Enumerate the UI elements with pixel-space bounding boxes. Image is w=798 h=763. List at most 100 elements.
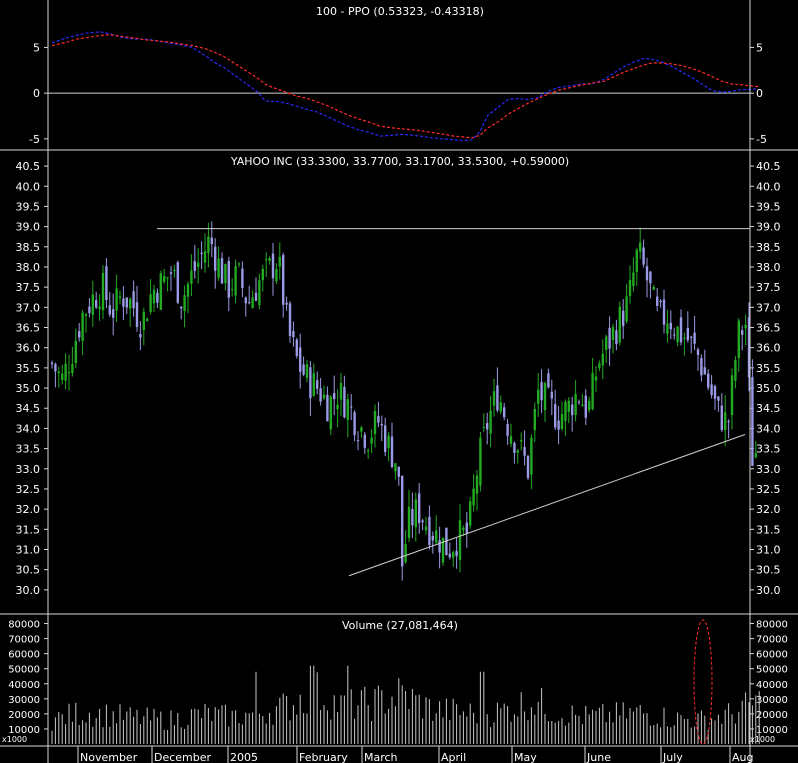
candle-body — [169, 272, 173, 274]
candle-body — [482, 427, 485, 429]
candle-body — [139, 333, 142, 338]
candle-body — [363, 434, 366, 448]
candle-body — [744, 324, 747, 329]
y-tick-label: 70000 — [756, 635, 788, 646]
candle-body — [241, 268, 244, 289]
candle-body — [288, 303, 292, 336]
candle-body — [751, 377, 754, 466]
candle-body — [404, 544, 407, 563]
candle-body — [118, 296, 122, 299]
y-tick-label: 50000 — [8, 665, 40, 676]
candle-body — [540, 382, 543, 401]
candle-body — [710, 384, 713, 396]
candle-body — [690, 336, 693, 338]
candle-body — [683, 337, 686, 339]
candle-body — [227, 260, 230, 298]
y-tick-label: 30.0 — [16, 584, 41, 597]
y-tick-label: 30000 — [8, 695, 40, 706]
candle-body — [645, 266, 649, 281]
candle-body — [220, 258, 224, 284]
candle-body — [248, 302, 251, 304]
candle-body — [329, 396, 332, 430]
candle-body — [135, 302, 139, 328]
candle-body — [261, 268, 264, 281]
candle-body — [693, 332, 696, 344]
candle-body — [479, 437, 482, 486]
y-tick-label: 34.0 — [16, 422, 41, 435]
candle-body — [506, 423, 509, 436]
candle-body — [472, 488, 475, 506]
y-tick-label: 36.0 — [756, 342, 781, 355]
candle-body — [411, 509, 414, 526]
y-tick-label: 31.0 — [756, 543, 781, 556]
candle-body — [530, 437, 533, 475]
candle-body — [700, 358, 703, 376]
candle-body — [81, 312, 84, 341]
candle-body — [322, 394, 326, 399]
candle-body — [418, 493, 421, 524]
candle-body — [554, 404, 557, 428]
y-tick-label: 33.5 — [16, 443, 41, 456]
candle-body — [730, 375, 734, 416]
candle-body — [180, 306, 183, 309]
candle-body — [455, 550, 458, 557]
candle-body — [618, 306, 621, 343]
candle-body — [492, 391, 496, 406]
candle-body — [571, 404, 574, 416]
candle-body — [57, 371, 60, 374]
candle-body — [278, 256, 281, 267]
candle-body — [625, 296, 628, 322]
y-tick-label: 40.5 — [16, 160, 41, 173]
candle-body — [149, 294, 152, 313]
candle-body — [122, 298, 125, 307]
candle-body — [543, 383, 547, 411]
candle-body — [78, 331, 81, 338]
y-tick-label: 35.5 — [756, 362, 781, 375]
y-tick-label: -5 — [29, 133, 40, 146]
candle-body — [741, 330, 744, 335]
x-tick-label: May — [514, 751, 537, 763]
candle-body — [339, 383, 343, 400]
y-tick-label: 30.5 — [16, 564, 41, 577]
y-tick-label: 37.5 — [16, 281, 41, 294]
x-tick-label: November — [80, 751, 138, 763]
candle-body — [159, 273, 162, 310]
candle-body — [333, 393, 336, 400]
candle-body — [713, 386, 717, 399]
candle-body — [373, 410, 377, 435]
candle-body — [397, 466, 400, 477]
chart-background — [0, 0, 798, 763]
candle-body — [686, 327, 689, 341]
candle-body — [448, 553, 451, 558]
candle-body — [244, 297, 247, 304]
candle-body — [520, 439, 523, 442]
candle-body — [91, 294, 94, 315]
y-tick-label: 34.5 — [756, 402, 781, 415]
candle-body — [486, 422, 489, 430]
candle-body — [356, 440, 360, 442]
y-tick-label: 31.0 — [16, 543, 41, 556]
candle-body — [305, 364, 309, 378]
candle-body — [384, 425, 387, 453]
candle-body — [550, 391, 553, 399]
y-tick-label: 39.5 — [16, 200, 41, 213]
y-tick-label: 80000 — [8, 620, 40, 631]
candle-body — [533, 408, 536, 431]
y-tick-label: 32.5 — [756, 483, 781, 496]
candle-body — [377, 416, 380, 423]
candle-body — [285, 302, 288, 305]
x-tick-label: June — [586, 751, 611, 763]
y-tick-label: 34.0 — [756, 422, 781, 435]
y-tick-label: 30.0 — [756, 584, 781, 597]
candle-body — [469, 501, 472, 526]
y-tick-label: 39.0 — [16, 221, 41, 234]
candle-body — [98, 306, 101, 310]
candle-body — [271, 253, 275, 279]
candle-body — [197, 262, 200, 267]
volume-unit-left: x1000 — [2, 735, 27, 744]
candle-body — [101, 273, 105, 311]
y-tick-label: 39.0 — [756, 221, 781, 234]
y-tick-label: 20000 — [756, 710, 788, 721]
candle-body — [605, 336, 608, 350]
candle-body — [258, 280, 261, 306]
